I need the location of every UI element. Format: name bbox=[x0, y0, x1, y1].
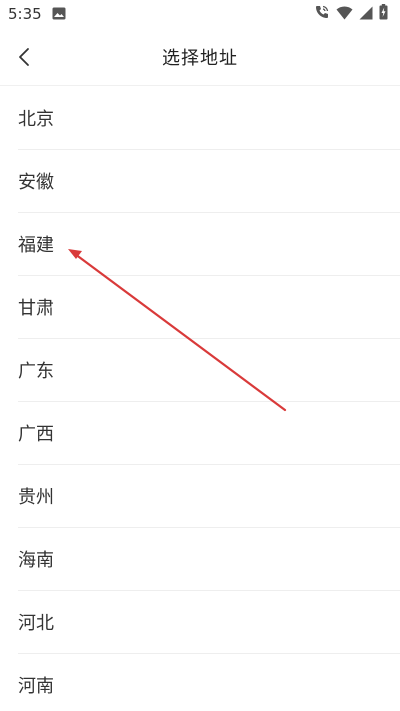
screen: 5:35 选择地址 北京 安徽 福建 甘肃 广东 广西 贵州 海南 河北 河南 bbox=[0, 0, 400, 711]
wifi-calling-icon bbox=[314, 4, 330, 24]
province-label: 福建 bbox=[18, 235, 54, 256]
province-item-hainan[interactable]: 海南 bbox=[18, 528, 400, 591]
province-label: 甘肃 bbox=[18, 298, 54, 319]
province-item-guizhou[interactable]: 贵州 bbox=[18, 465, 400, 528]
chevron-left-icon bbox=[19, 48, 29, 66]
province-item-anhui[interactable]: 安徽 bbox=[18, 150, 400, 213]
province-label: 河南 bbox=[18, 676, 54, 697]
page-title: 选择地址 bbox=[162, 47, 238, 69]
province-label: 河北 bbox=[18, 613, 54, 634]
province-label: 贵州 bbox=[18, 487, 54, 508]
status-bar: 5:35 bbox=[0, 0, 400, 28]
header: 选择地址 bbox=[0, 28, 400, 86]
province-label: 北京 bbox=[18, 109, 54, 130]
province-item-gansu[interactable]: 甘肃 bbox=[18, 276, 400, 339]
battery-charging-icon bbox=[379, 4, 388, 24]
back-button[interactable] bbox=[8, 41, 40, 73]
province-item-guangxi[interactable]: 广西 bbox=[18, 402, 400, 465]
province-item-hebei[interactable]: 河北 bbox=[18, 591, 400, 654]
image-icon bbox=[52, 5, 66, 24]
status-left: 5:35 bbox=[8, 5, 66, 24]
province-item-guangdong[interactable]: 广东 bbox=[18, 339, 400, 402]
status-time: 5:35 bbox=[8, 5, 42, 23]
province-list: 北京 安徽 福建 甘肃 广东 广西 贵州 海南 河北 河南 bbox=[0, 87, 400, 711]
province-item-beijing[interactable]: 北京 bbox=[18, 87, 400, 150]
province-label: 广东 bbox=[18, 361, 54, 382]
province-label: 海南 bbox=[18, 550, 54, 571]
signal-icon bbox=[359, 5, 373, 24]
province-item-henan[interactable]: 河南 bbox=[18, 654, 400, 711]
wifi-icon bbox=[336, 5, 353, 24]
province-label: 安徽 bbox=[18, 172, 54, 193]
province-label: 广西 bbox=[18, 424, 54, 445]
status-right bbox=[314, 4, 388, 24]
province-item-fujian[interactable]: 福建 bbox=[18, 213, 400, 276]
